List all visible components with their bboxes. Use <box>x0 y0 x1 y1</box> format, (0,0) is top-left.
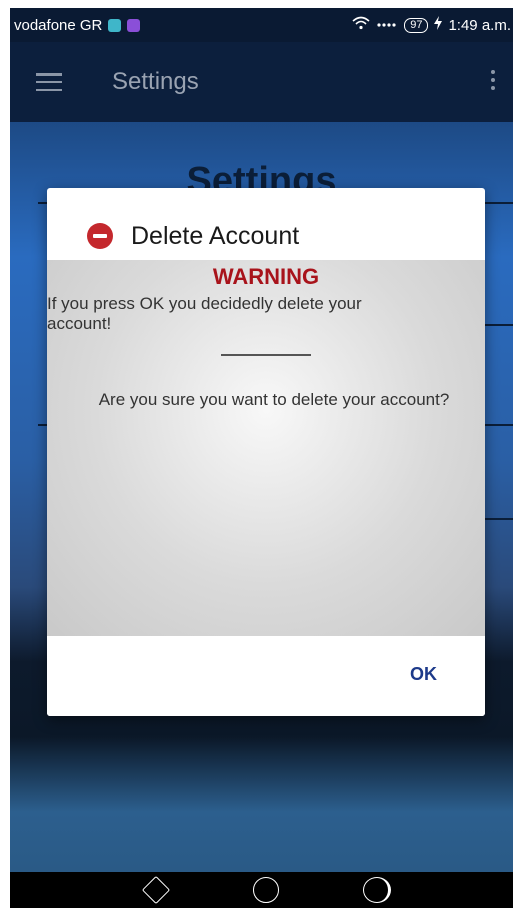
more-vert-icon[interactable] <box>491 70 495 90</box>
status-right: 97 1:49 a.m. <box>352 16 511 34</box>
app-bar-title: Settings <box>112 68 199 95</box>
nav-home-icon[interactable] <box>253 877 279 903</box>
wifi-icon <box>352 16 370 34</box>
dialog-title: Delete Account <box>131 221 300 250</box>
background-divider <box>484 324 513 326</box>
warning-text: If you press OK you decidedly delete you… <box>47 294 362 333</box>
background-divider <box>484 424 513 426</box>
delete-account-dialog: Delete Account WARNING If you press OK y… <box>47 188 485 716</box>
dialog-header: Delete Account <box>47 188 485 260</box>
background-divider <box>484 202 513 204</box>
status-bar: vodafone GR 97 1:49 a.m. <box>10 8 513 42</box>
clock: 1:49 a.m. <box>448 16 511 34</box>
signal-icon <box>376 17 398 34</box>
nav-recent-icon[interactable] <box>363 877 391 903</box>
dialog-footer: OK <box>47 636 485 716</box>
notification-app-icon <box>108 18 122 32</box>
content-divider <box>221 354 311 356</box>
hamburger-menu-icon[interactable] <box>36 73 62 91</box>
system-nav-bar <box>10 872 513 908</box>
notification-gallery-icon <box>127 18 141 32</box>
confirmation-question: Are you sure you want to delete your acc… <box>98 389 450 409</box>
dialog-body: WARNING If you press OK you decidedly de… <box>47 260 485 636</box>
nav-back-icon[interactable] <box>141 875 171 905</box>
charging-icon <box>434 16 443 34</box>
carrier-label: vodafone GR <box>14 16 103 34</box>
stop-sign-icon <box>87 223 113 249</box>
app-bar: Settings <box>10 42 513 122</box>
battery-indicator: 97 <box>404 17 429 33</box>
warning-heading: WARNING <box>212 264 320 289</box>
background-divider <box>484 518 513 520</box>
ok-button[interactable]: OK <box>410 664 437 685</box>
status-left: vodafone GR <box>14 16 141 34</box>
phone-screen: vodafone GR 97 1:49 a.m. Settings Settin… <box>10 8 513 908</box>
